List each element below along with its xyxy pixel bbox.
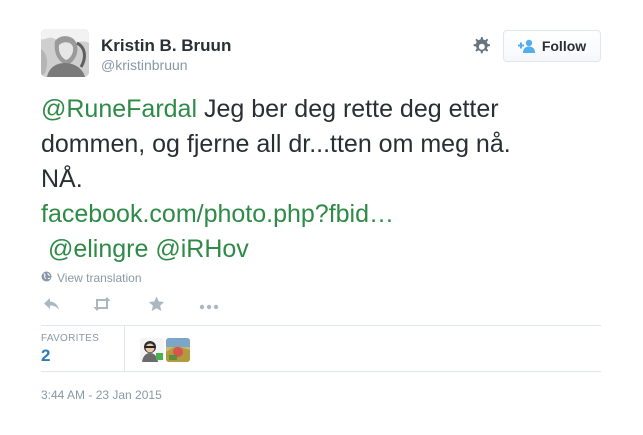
reply-icon[interactable]	[43, 296, 61, 317]
follow-button[interactable]: Follow	[503, 30, 601, 62]
tweet-line-2: dommen, og fjerne all dr...tten om meg n…	[41, 130, 511, 158]
gear-icon[interactable]	[470, 35, 492, 57]
tweet-text-part: Jeg ber deg rette deg etter	[197, 95, 499, 123]
tweet-line-3: NÅ.	[41, 165, 83, 193]
globe-icon	[41, 271, 52, 285]
user-screenname[interactable]: @kristinbruun	[101, 57, 188, 73]
user-avatar[interactable]	[41, 29, 89, 77]
retweet-icon[interactable]	[92, 296, 112, 317]
stats-separator	[124, 325, 125, 371]
view-translation-label: View translation	[57, 271, 142, 285]
mention-link[interactable]: @RuneFardal	[41, 95, 197, 123]
favoriter-avatar[interactable]	[140, 338, 164, 362]
favorites-count[interactable]: 2	[41, 346, 50, 366]
mention-link[interactable]: @iRHov	[155, 235, 248, 263]
view-translation-link[interactable]: View translation	[41, 271, 142, 285]
tweet-card: Kristin B. Bruun @kristinbruun Follow @R…	[0, 0, 643, 435]
favoriter-avatar[interactable]	[166, 338, 190, 362]
more-icon[interactable]	[199, 299, 219, 317]
tweet-line-1: @RuneFardal Jeg ber deg rette deg etter	[41, 92, 631, 127]
add-user-icon	[517, 39, 536, 53]
stats-divider-top	[41, 325, 601, 326]
stats-divider-bottom	[41, 371, 601, 372]
star-icon[interactable]	[148, 296, 165, 317]
follow-label: Follow	[541, 38, 587, 54]
mention-link[interactable]: @elingre	[48, 235, 148, 263]
tweet-url-link[interactable]: facebook.com/photo.php?fbid…	[41, 197, 631, 232]
user-fullname[interactable]: Kristin B. Bruun	[101, 36, 231, 56]
tweet-text: @RuneFardal Jeg ber deg rette deg etter …	[41, 92, 631, 267]
tweet-line-mentions: @elingre @iRHov	[41, 232, 631, 267]
tweet-timestamp[interactable]: 3:44 AM - 23 Jan 2015	[41, 388, 162, 402]
favorites-label: FAVORITES	[41, 333, 100, 344]
